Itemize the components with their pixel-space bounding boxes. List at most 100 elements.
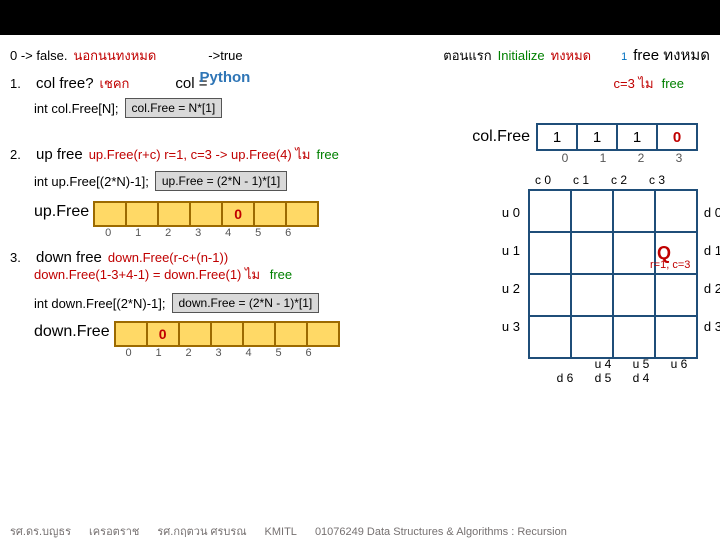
cell xyxy=(114,321,148,347)
idx: 5 xyxy=(243,227,273,239)
lbl xyxy=(546,357,584,371)
txt: 1 xyxy=(621,51,627,63)
txt: down.Free(r-c+(n-1)) xyxy=(108,250,228,265)
code: int down.Free[(2*N)-1]; xyxy=(34,296,166,311)
txt: free ทงหมด xyxy=(633,47,710,64)
lbl: u 3 xyxy=(502,307,520,345)
idx: 2 xyxy=(153,227,183,239)
txt: down.Free(1-3+4-1) = down.Free(1) ไม xyxy=(34,267,260,282)
lbl: d 3 xyxy=(704,307,720,345)
cell: 1 xyxy=(578,123,618,151)
lbl: u 2 xyxy=(502,269,520,307)
cell: 0 xyxy=(223,201,255,227)
cell xyxy=(127,201,159,227)
cell xyxy=(255,201,287,227)
txt: นอกนนทงหมด xyxy=(73,45,156,66)
cell: 1 xyxy=(536,123,578,151)
cell xyxy=(93,201,127,227)
cell: 0 xyxy=(148,321,180,347)
cell xyxy=(287,201,319,227)
idx: 4 xyxy=(234,347,264,359)
ftxt: รศ.ดร.บญธร xyxy=(10,522,71,540)
lbl: u 1 xyxy=(502,231,520,269)
idx: 3 xyxy=(183,227,213,239)
cell xyxy=(244,321,276,347)
lbl: d 2 xyxy=(704,269,720,307)
idx: 6 xyxy=(273,227,303,239)
idx: 1 xyxy=(123,227,153,239)
ftxt: รศ.กฤตวน ศรบรณ xyxy=(157,522,246,540)
lbl xyxy=(660,371,698,385)
array-label: col.Free xyxy=(472,128,530,146)
diag-labels-bottom: u 4 u 5 u 6 d 6 d 5 d 4 xyxy=(546,357,698,385)
cell: 1 xyxy=(618,123,658,151)
lbl: d 5 xyxy=(584,371,622,385)
array-label: down.Free xyxy=(34,323,110,341)
txt: up free xyxy=(36,146,83,163)
cell xyxy=(212,321,244,347)
cell: 0 xyxy=(658,123,698,151)
col-labels: c 0 c 1 c 2 c 3 xyxy=(524,173,676,187)
txt: free xyxy=(316,147,338,162)
lbl: d 1 xyxy=(704,231,720,269)
slide-content: 0 -> false. นอกนนทงหมด ->true ตอนแรก Ini… xyxy=(0,35,720,544)
txt: ->true xyxy=(208,48,242,63)
list-num: 3. xyxy=(10,250,30,265)
colfree-decl: int col.Free[N]; col.Free = N*[1] xyxy=(34,98,710,118)
lbl: u 6 xyxy=(660,357,698,371)
lbl: d 0 xyxy=(704,193,720,231)
python-label: Python xyxy=(200,69,251,86)
row-labels-right: d 0 d 1 d 2 d 3 xyxy=(704,193,720,345)
idx: 5 xyxy=(264,347,294,359)
txt: 0 -> false. xyxy=(10,48,67,63)
idx: 3 xyxy=(660,151,698,165)
lbl: u 5 xyxy=(622,357,660,371)
colfree-array: col.Free 1 1 1 0 xyxy=(472,123,698,151)
idx: 2 xyxy=(174,347,204,359)
idx: 0 xyxy=(114,347,144,359)
cell xyxy=(276,321,308,347)
ftxt: 01076249 Data Structures & Algorithms : … xyxy=(315,526,567,538)
lbl: u 0 xyxy=(502,193,520,231)
txt: free xyxy=(270,267,292,282)
lbl: d 4 xyxy=(622,371,660,385)
lbl: u 4 xyxy=(584,357,622,371)
cell xyxy=(180,321,212,347)
cell xyxy=(159,201,191,227)
list-num: 2. xyxy=(10,147,30,162)
code: int col.Free[N]; xyxy=(34,101,119,116)
code-init: col.Free = N*[1] xyxy=(125,98,223,118)
txt: เชคก xyxy=(100,73,130,94)
lbl: d 6 xyxy=(546,371,584,385)
idx: 6 xyxy=(294,347,324,359)
title-blackbar xyxy=(0,0,720,35)
txt: free xyxy=(662,76,684,91)
colfree-idx: 0 1 2 3 xyxy=(546,151,698,165)
array-label: up.Free xyxy=(34,203,89,221)
txt: col free? xyxy=(36,75,94,92)
ftxt: KMITL xyxy=(265,526,297,538)
lbl: c 1 xyxy=(562,173,600,187)
board-grid: Qr=1, c=3 xyxy=(528,189,698,359)
code: int up.Free[(2*N)-1]; xyxy=(34,174,149,189)
txt: ทงหมด xyxy=(551,45,592,66)
footer: รศ.ดร.บญธร เครอตราช รศ.กฤตวน ศรบรณ KMITL… xyxy=(10,522,710,540)
lbl: c 0 xyxy=(524,173,562,187)
idx: 0 xyxy=(546,151,584,165)
code-init: down.Free = (2*N - 1)*[1] xyxy=(172,293,320,313)
idx: 1 xyxy=(144,347,174,359)
cell xyxy=(308,321,340,347)
code-init: up.Free = (2*N - 1)*[1] xyxy=(155,171,287,191)
list-num: 1. xyxy=(10,76,30,91)
queen-cell: Qr=1, c=3 xyxy=(655,232,697,274)
idx: 4 xyxy=(213,227,243,239)
txt: c=3 ไม xyxy=(614,73,654,94)
ftxt: เครอตราช xyxy=(89,522,139,540)
idx: 1 xyxy=(584,151,622,165)
rc-label: r=1, c=3 xyxy=(650,259,710,271)
cell xyxy=(191,201,223,227)
txt: up.Free(r+c) r=1, c=3 -> up.Free(4) ไม xyxy=(89,144,311,165)
lbl: c 2 xyxy=(600,173,638,187)
idx: 0 xyxy=(93,227,123,239)
row-legend: 0 -> false. นอกนนทงหมด ->true ตอนแรก Ini… xyxy=(10,43,710,67)
